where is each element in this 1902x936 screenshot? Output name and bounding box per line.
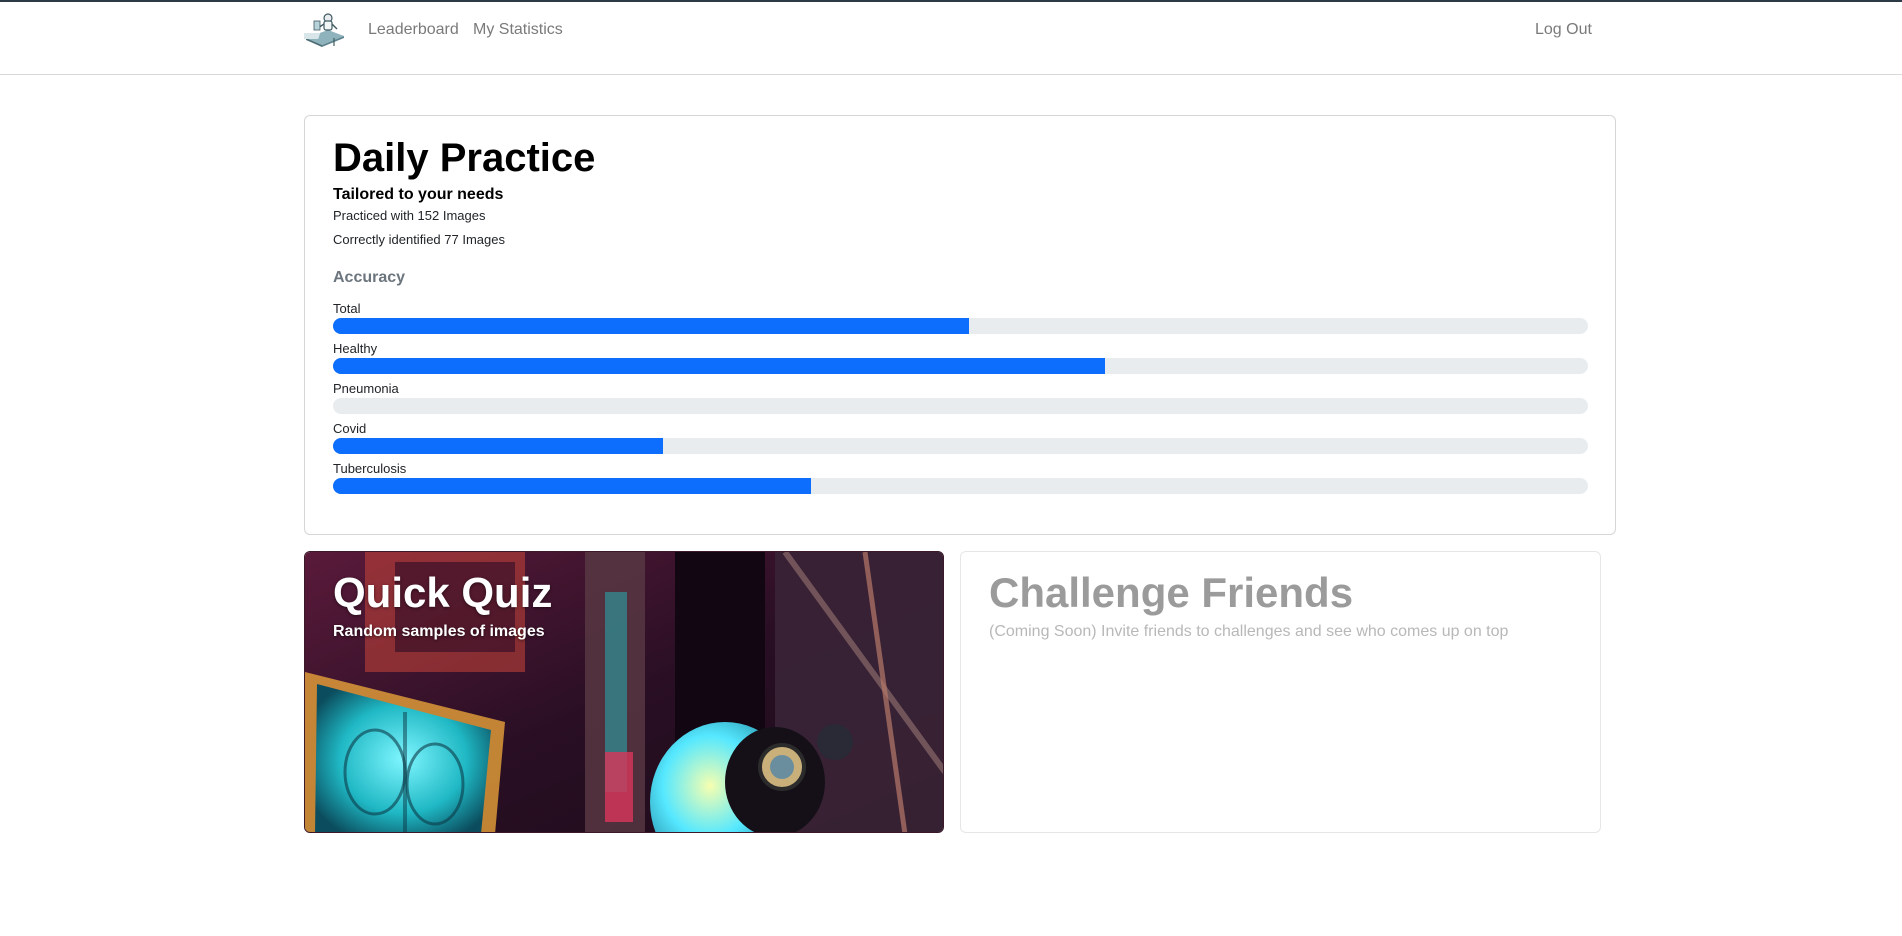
progress-track (333, 318, 1588, 334)
accuracy-label: Pneumonia (333, 381, 399, 396)
accuracy-row-covid: Covid (333, 421, 1588, 455)
accuracy-row-total: Total (333, 301, 1588, 335)
logout-link[interactable]: Log Out (1535, 21, 1592, 39)
quick-quiz-title: Quick Quiz (333, 569, 553, 616)
nav-leaderboard-link[interactable]: Leaderboard (368, 21, 459, 39)
progress-fill (333, 478, 812, 494)
accuracy-row-tuberculosis: Tuberculosis (333, 461, 1588, 495)
nav-my-statistics-link[interactable]: My Statistics (473, 21, 563, 39)
accuracy-row-pneumonia: Pneumonia (333, 381, 1588, 415)
progress-track (333, 398, 1588, 414)
progress-fill (333, 438, 664, 454)
correct-images-count: Correctly identified 77 Images (333, 232, 505, 247)
quick-quiz-card[interactable]: Quick Quiz Random samples of images (304, 551, 944, 833)
daily-practice-card[interactable]: Daily Practice Tailored to your needs Pr… (304, 115, 1616, 535)
daily-practice-subtitle: Tailored to your needs (333, 186, 504, 203)
quick-quiz-subtitle: Random samples of images (333, 623, 545, 640)
accuracy-label: Healthy (333, 341, 378, 356)
accuracy-label: Total (333, 301, 361, 316)
navbar: Leaderboard My Statistics Log Out (0, 2, 1902, 75)
progress-fill (333, 358, 1105, 374)
doctor-at-desk-logo-icon[interactable] (302, 12, 346, 48)
accuracy-row-healthy: Healthy (333, 341, 1588, 375)
progress-track (333, 358, 1588, 374)
challenge-friends-subtitle: (Coming Soon) Invite friends to challeng… (989, 623, 1509, 640)
progress-fill (333, 318, 970, 334)
daily-practice-title: Daily Practice (333, 136, 596, 180)
progress-track (333, 438, 1588, 454)
practiced-images-count: Practiced with 152 Images (333, 208, 486, 223)
accuracy-label: Covid (333, 421, 367, 436)
accuracy-heading: Accuracy (333, 269, 406, 286)
challenge-friends-card: Challenge Friends (Coming Soon) Invite f… (960, 551, 1601, 833)
accuracy-label: Tuberculosis (333, 461, 407, 476)
challenge-friends-title: Challenge Friends (989, 569, 1354, 616)
progress-track (333, 478, 1588, 494)
